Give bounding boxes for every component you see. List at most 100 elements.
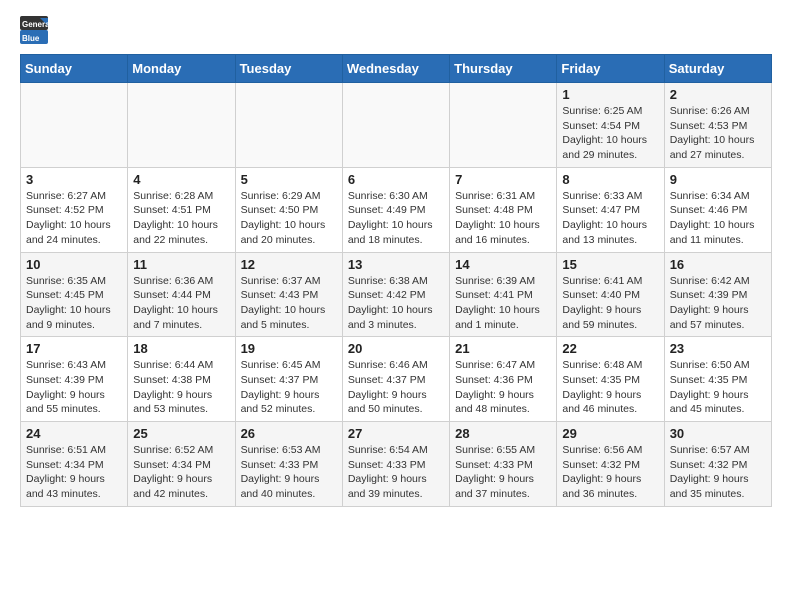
day-number: 2 (670, 87, 766, 102)
day-number: 15 (562, 257, 658, 272)
day-info: Sunrise: 6:46 AM Sunset: 4:37 PM Dayligh… (348, 358, 444, 417)
day-number: 3 (26, 172, 122, 187)
day-info: Sunrise: 6:53 AM Sunset: 4:33 PM Dayligh… (241, 443, 337, 502)
day-number: 28 (455, 426, 551, 441)
day-number: 14 (455, 257, 551, 272)
day-cell: 13Sunrise: 6:38 AM Sunset: 4:42 PM Dayli… (342, 252, 449, 337)
day-cell: 5Sunrise: 6:29 AM Sunset: 4:50 PM Daylig… (235, 167, 342, 252)
day-number: 23 (670, 341, 766, 356)
day-info: Sunrise: 6:28 AM Sunset: 4:51 PM Dayligh… (133, 189, 229, 248)
day-cell: 30 Sunrise: 6:57 AM Sunset: 4:32 PM Dayli… (664, 422, 771, 507)
day-info: Sunrise: 6:30 AM Sunset: 4:49 PM Dayligh… (348, 189, 444, 248)
day-cell: 27 Sunrise: 6:54 AM Sunset: 4:33 PM Dayli… (342, 422, 449, 507)
day-cell: 12 Sunrise: 6:37 AM Sunset: 4:43 PM Dayli… (235, 252, 342, 337)
day-cell (128, 83, 235, 168)
day-number: 21 (455, 341, 551, 356)
day-info: Sunrise: 6:34 AM Sunset: 4:46 PM Dayligh… (670, 189, 766, 248)
day-number: 6 (348, 172, 444, 187)
day-cell: 16 Sunrise: 6:42 AM Sunset: 4:39 PM Dayli… (664, 252, 771, 337)
day-number: 10 (26, 257, 122, 272)
week-row-4: 17 Sunrise: 6:43 AM Sunset: 4:39 PM Dayli… (21, 337, 772, 422)
day-number: 9 (670, 172, 766, 187)
day-info: Sunrise: 6:44 AM Sunset: 4:38 PM Dayligh… (133, 358, 229, 417)
day-info: Sunrise: 6:39 AM Sunset: 4:41 PM Dayligh… (455, 274, 551, 333)
week-row-5: 24 Sunrise: 6:51 AM Sunset: 4:34 PM Dayli… (21, 422, 772, 507)
svg-text:General: General (22, 20, 48, 29)
day-info: Sunrise: 6:47 AM Sunset: 4:36 PM Dayligh… (455, 358, 551, 417)
day-number: 1 (562, 87, 658, 102)
week-row-3: 10 Sunrise: 6:35 AM Sunset: 4:45 PM Dayli… (21, 252, 772, 337)
day-cell: 23 Sunrise: 6:50 AM Sunset: 4:35 PM Dayli… (664, 337, 771, 422)
day-info: Sunrise: 6:55 AM Sunset: 4:33 PM Dayligh… (455, 443, 551, 502)
day-info: Sunrise: 6:43 AM Sunset: 4:39 PM Dayligh… (26, 358, 122, 417)
day-cell (450, 83, 557, 168)
day-info: Sunrise: 6:45 AM Sunset: 4:37 PM Dayligh… (241, 358, 337, 417)
day-info: Sunrise: 6:27 AM Sunset: 4:52 PM Dayligh… (26, 189, 122, 248)
logo-icon: General Blue (20, 16, 48, 44)
day-cell: 15 Sunrise: 6:41 AM Sunset: 4:40 PM Dayli… (557, 252, 664, 337)
week-row-2: 3 Sunrise: 6:27 AM Sunset: 4:52 PM Daylig… (21, 167, 772, 252)
day-number: 22 (562, 341, 658, 356)
page: General Blue SundayMondayTuesdayWednesda… (0, 0, 792, 523)
day-cell: 1Sunrise: 6:25 AM Sunset: 4:54 PM Daylig… (557, 83, 664, 168)
day-cell: 8 Sunrise: 6:33 AM Sunset: 4:47 PM Daylig… (557, 167, 664, 252)
day-number: 29 (562, 426, 658, 441)
day-info: Sunrise: 6:52 AM Sunset: 4:34 PM Dayligh… (133, 443, 229, 502)
day-number: 4 (133, 172, 229, 187)
day-info: Sunrise: 6:50 AM Sunset: 4:35 PM Dayligh… (670, 358, 766, 417)
calendar-table: SundayMondayTuesdayWednesdayThursdayFrid… (20, 54, 772, 507)
day-number: 30 (670, 426, 766, 441)
day-info: Sunrise: 6:31 AM Sunset: 4:48 PM Dayligh… (455, 189, 551, 248)
day-cell: 9 Sunrise: 6:34 AM Sunset: 4:46 PM Daylig… (664, 167, 771, 252)
day-cell: 22 Sunrise: 6:48 AM Sunset: 4:35 PM Dayli… (557, 337, 664, 422)
day-cell: 24 Sunrise: 6:51 AM Sunset: 4:34 PM Dayli… (21, 422, 128, 507)
day-info: Sunrise: 6:36 AM Sunset: 4:44 PM Dayligh… (133, 274, 229, 333)
day-info: Sunrise: 6:56 AM Sunset: 4:32 PM Dayligh… (562, 443, 658, 502)
weekday-header-thursday: Thursday (450, 55, 557, 83)
week-row-1: 1Sunrise: 6:25 AM Sunset: 4:54 PM Daylig… (21, 83, 772, 168)
day-number: 19 (241, 341, 337, 356)
day-info: Sunrise: 6:41 AM Sunset: 4:40 PM Dayligh… (562, 274, 658, 333)
weekday-header-tuesday: Tuesday (235, 55, 342, 83)
day-number: 27 (348, 426, 444, 441)
weekday-header-friday: Friday (557, 55, 664, 83)
day-info: Sunrise: 6:33 AM Sunset: 4:47 PM Dayligh… (562, 189, 658, 248)
day-info: Sunrise: 6:51 AM Sunset: 4:34 PM Dayligh… (26, 443, 122, 502)
weekday-header-row: SundayMondayTuesdayWednesdayThursdayFrid… (21, 55, 772, 83)
day-cell: 19 Sunrise: 6:45 AM Sunset: 4:37 PM Dayli… (235, 337, 342, 422)
day-info: Sunrise: 6:35 AM Sunset: 4:45 PM Dayligh… (26, 274, 122, 333)
day-info: Sunrise: 6:38 AM Sunset: 4:42 PM Dayligh… (348, 274, 444, 333)
weekday-header-sunday: Sunday (21, 55, 128, 83)
day-info: Sunrise: 6:29 AM Sunset: 4:50 PM Dayligh… (241, 189, 337, 248)
day-number: 26 (241, 426, 337, 441)
day-cell: 21 Sunrise: 6:47 AM Sunset: 4:36 PM Dayli… (450, 337, 557, 422)
day-number: 8 (562, 172, 658, 187)
day-info: Sunrise: 6:26 AM Sunset: 4:53 PM Dayligh… (670, 104, 766, 163)
day-number: 24 (26, 426, 122, 441)
day-cell: 10 Sunrise: 6:35 AM Sunset: 4:45 PM Dayli… (21, 252, 128, 337)
day-info: Sunrise: 6:57 AM Sunset: 4:32 PM Dayligh… (670, 443, 766, 502)
day-cell: 20 Sunrise: 6:46 AM Sunset: 4:37 PM Dayli… (342, 337, 449, 422)
day-cell: 26 Sunrise: 6:53 AM Sunset: 4:33 PM Dayli… (235, 422, 342, 507)
day-number: 20 (348, 341, 444, 356)
day-cell: 28 Sunrise: 6:55 AM Sunset: 4:33 PM Dayli… (450, 422, 557, 507)
day-number: 17 (26, 341, 122, 356)
day-cell: 17 Sunrise: 6:43 AM Sunset: 4:39 PM Dayli… (21, 337, 128, 422)
header: General Blue (20, 16, 772, 44)
day-info: Sunrise: 6:54 AM Sunset: 4:33 PM Dayligh… (348, 443, 444, 502)
day-cell: 11Sunrise: 6:36 AM Sunset: 4:44 PM Dayli… (128, 252, 235, 337)
day-cell (21, 83, 128, 168)
svg-text:Blue: Blue (22, 34, 40, 43)
day-number: 16 (670, 257, 766, 272)
day-cell: 3 Sunrise: 6:27 AM Sunset: 4:52 PM Daylig… (21, 167, 128, 252)
day-number: 12 (241, 257, 337, 272)
day-cell: 29 Sunrise: 6:56 AM Sunset: 4:32 PM Dayli… (557, 422, 664, 507)
weekday-header-saturday: Saturday (664, 55, 771, 83)
day-info: Sunrise: 6:48 AM Sunset: 4:35 PM Dayligh… (562, 358, 658, 417)
day-info: Sunrise: 6:42 AM Sunset: 4:39 PM Dayligh… (670, 274, 766, 333)
logo: General Blue (20, 16, 48, 44)
day-cell: 6 Sunrise: 6:30 AM Sunset: 4:49 PM Daylig… (342, 167, 449, 252)
day-cell: 7Sunrise: 6:31 AM Sunset: 4:48 PM Daylig… (450, 167, 557, 252)
day-info: Sunrise: 6:37 AM Sunset: 4:43 PM Dayligh… (241, 274, 337, 333)
day-cell: 4 Sunrise: 6:28 AM Sunset: 4:51 PM Daylig… (128, 167, 235, 252)
